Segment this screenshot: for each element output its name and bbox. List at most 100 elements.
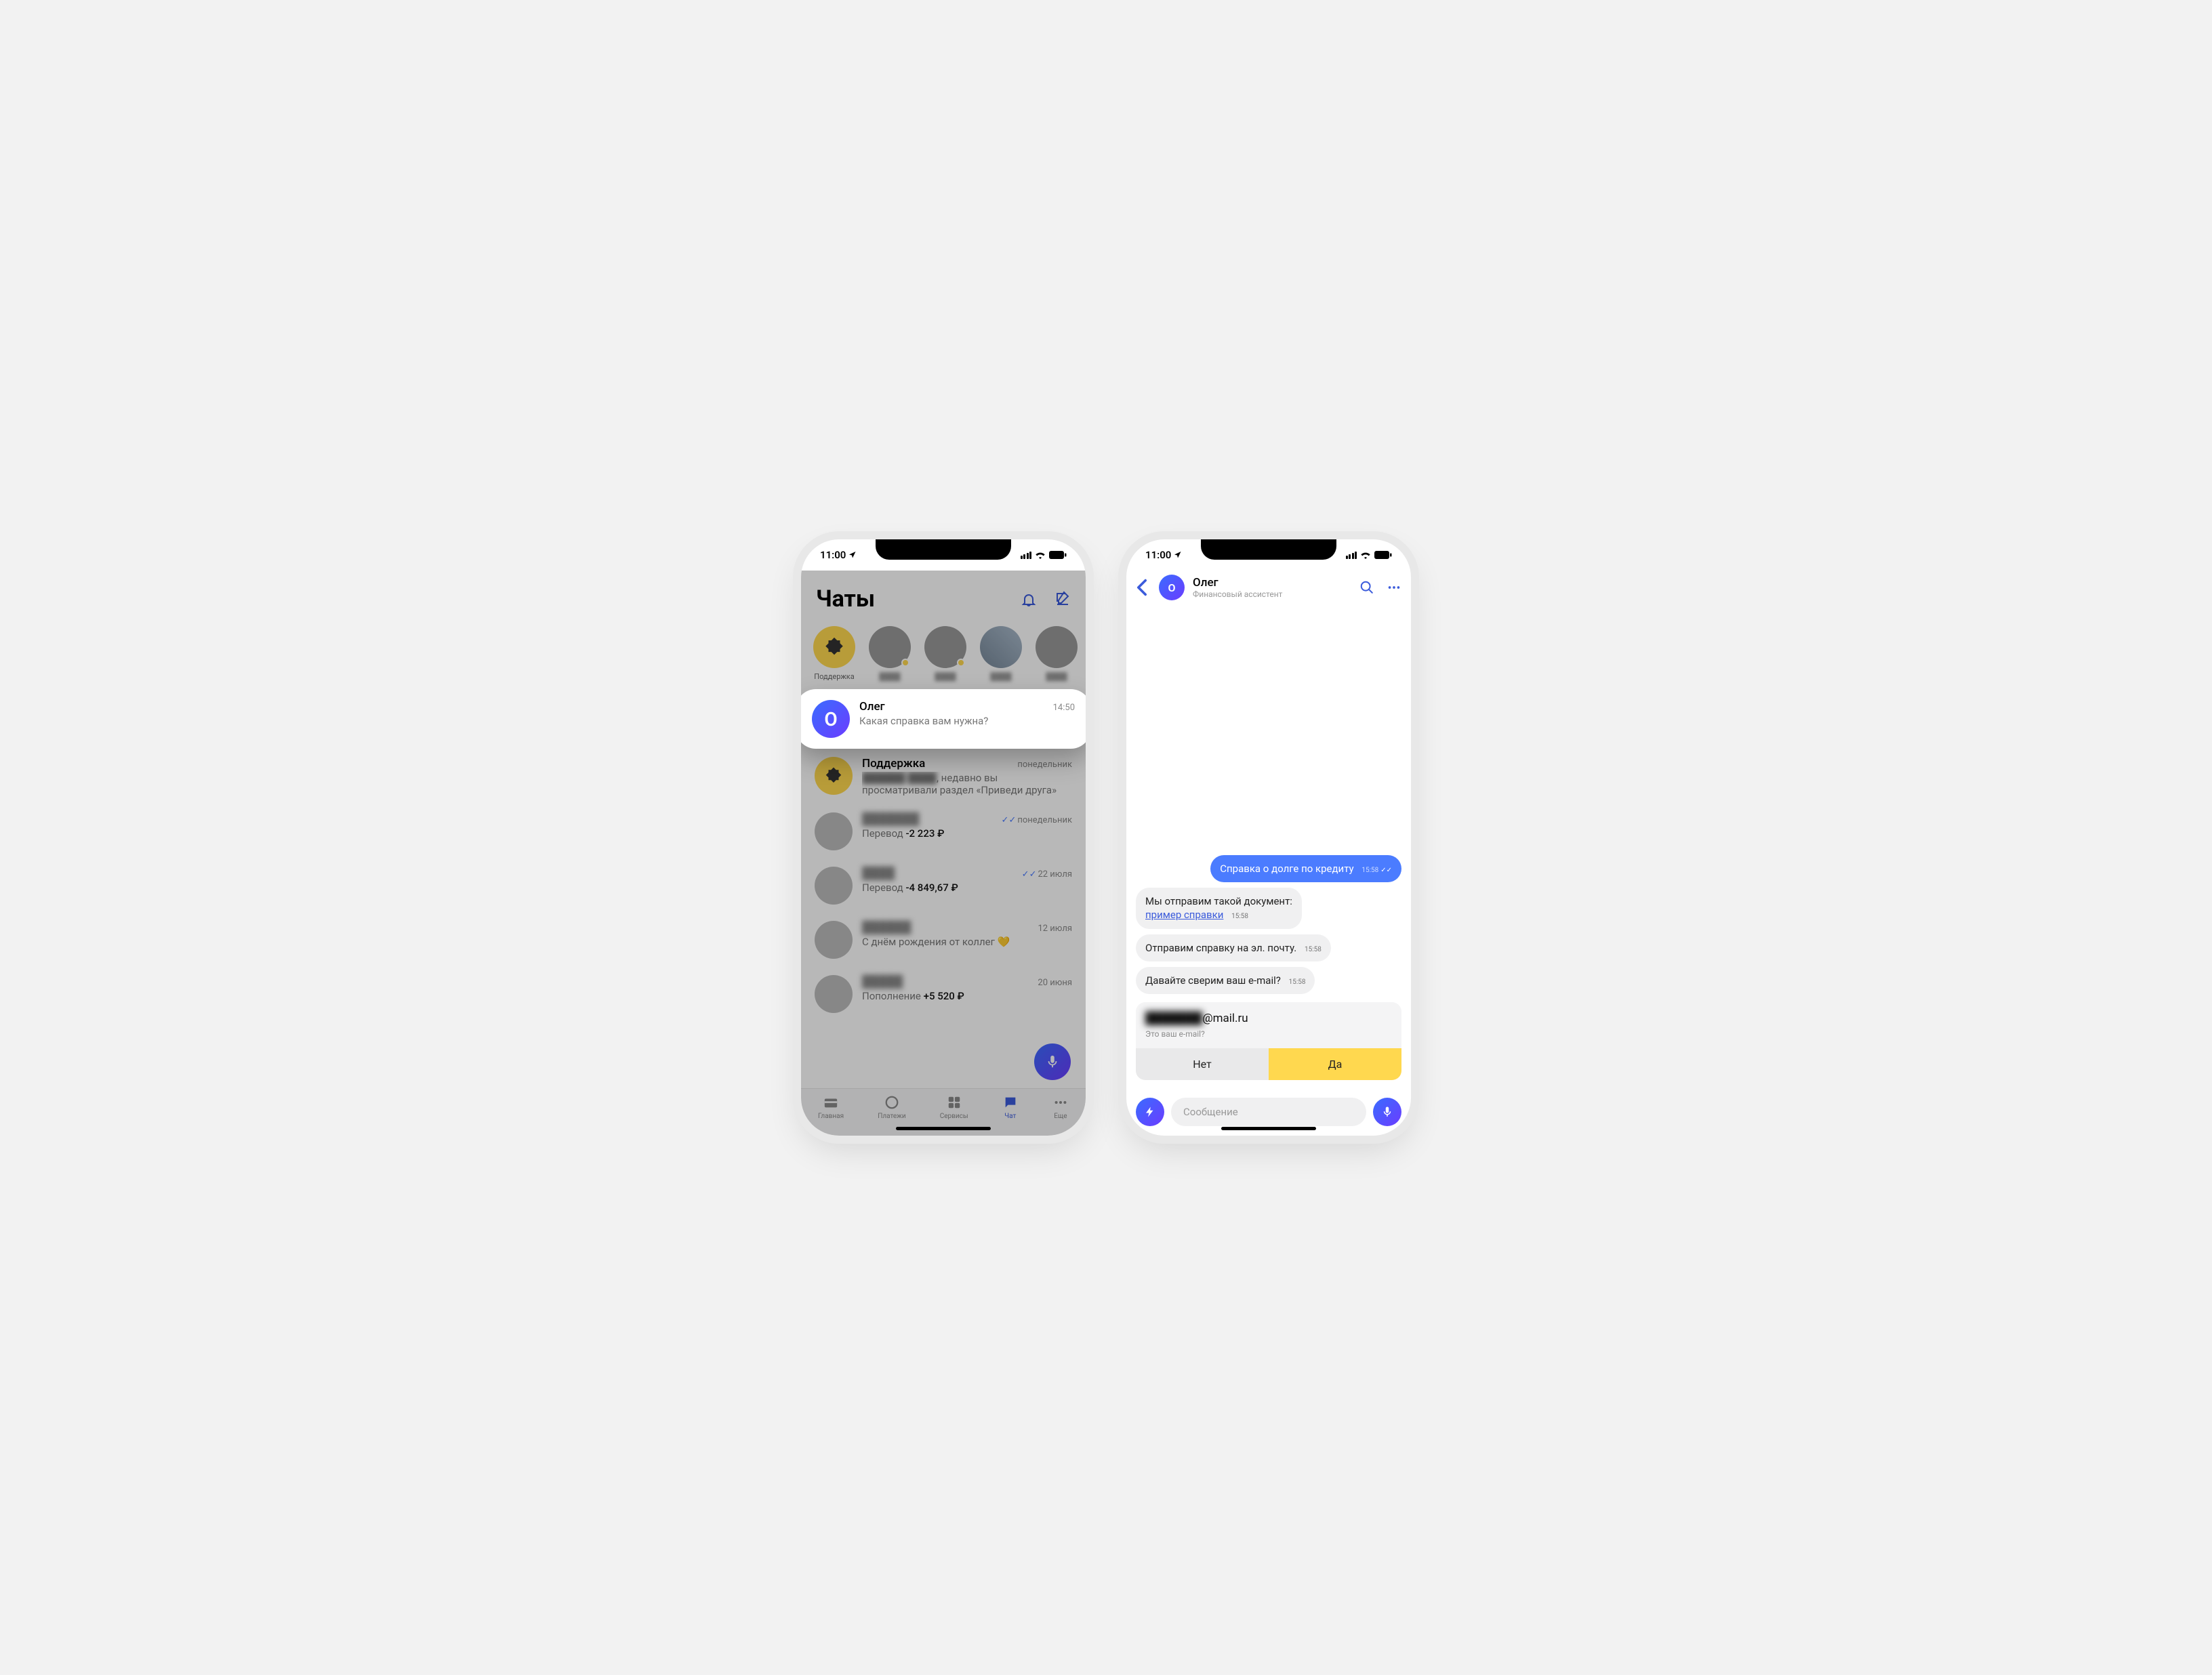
battery-icon [1049,551,1067,559]
tab-label: Еще [1054,1113,1067,1120]
chat-icon [1002,1094,1019,1111]
story-label-blurred: ████ [879,672,900,681]
email-value: ███████@mail.ru [1145,1012,1392,1025]
card-icon [823,1094,839,1111]
chat-item-transfer[interactable]: ███████ ✓✓понедельник Перевод -2 223 ₽ [801,804,1086,859]
services-icon [946,1094,962,1111]
chat-name: Поддержка [862,757,925,770]
phone-left-chat-list: 11:00 Чаты [801,539,1086,1136]
quick-action-button[interactable] [1136,1098,1164,1126]
chat-name: Олег [1193,576,1351,590]
avatar-icon [815,975,853,1013]
chat-item-oleg-highlighted[interactable]: О Олег 14:50 Какая справка вам нужна? [801,689,1086,749]
message-input[interactable]: Сообщение [1171,1098,1366,1126]
chat-item-deposit[interactable]: █████ 20 июня Пополнение +5 520 ₽ [801,967,1086,1021]
tab-services[interactable]: Сервисы [940,1094,968,1120]
notch [876,539,1011,560]
chat-time: 20 июня [1038,978,1072,988]
chat-item-support[interactable]: Поддержка понедельник ██████ ████, недав… [801,749,1086,804]
chat-name-blurred: ████ [862,867,895,880]
tab-more[interactable]: Еще [1052,1094,1069,1120]
wifi-icon [1360,551,1371,559]
message-text: Справка о долге по кредиту [1220,863,1353,875]
tab-label: Чат [1004,1113,1016,1120]
story-label-blurred: ████ [935,672,956,681]
tab-label: Главная [818,1113,844,1120]
messages-area[interactable]: Справка о долге по кредиту 15:58✓✓ Мы от… [1126,608,1411,1085]
chat-item-transfer[interactable]: ████ ✓✓22 июля Перевод -4 849,67 ₽ [801,859,1086,913]
read-check-icon: ✓✓ [1022,869,1037,880]
message-text: Мы отправим такой документ: [1145,895,1292,907]
chat-preview: Перевод -4 849,67 ₽ [862,882,1072,894]
chat-time: ✓✓22 июля [1022,869,1072,880]
battery-icon [1374,551,1392,559]
bolt-icon [1144,1106,1156,1118]
more-button[interactable] [1387,580,1401,595]
message-time: 15:58 [1361,867,1378,874]
search-button[interactable] [1359,580,1374,595]
message-outgoing[interactable]: Справка о долге по кредиту 15:58✓✓ [1210,855,1401,882]
avatar-support-icon [815,757,853,795]
voice-input-button[interactable] [1373,1098,1401,1126]
chat-time: 14:50 [1053,703,1075,713]
avatar-icon [815,812,853,850]
story-avatar-icon [813,626,855,668]
chat-name-blurred: ███████ [862,812,919,826]
search-icon [1359,580,1374,595]
message-text: Давайте сверим ваш e-mail? [1145,974,1281,987]
location-icon [1174,551,1182,559]
chat-name-blurred: █████ [862,975,903,989]
notch [1201,539,1336,560]
cellular-icon [1021,552,1032,559]
story-item[interactable]: ████ [980,626,1022,681]
read-check-icon: ✓✓ [1380,867,1392,874]
page-title: Чаты [816,585,875,613]
chat-header: О Олег Финансовый ассистент [1126,571,1411,608]
story-label: Поддержка [814,672,854,681]
tab-home[interactable]: Главная [818,1094,844,1120]
email-yes-button[interactable]: Да [1269,1048,1401,1080]
microphone-icon [1045,1054,1060,1069]
story-support[interactable]: Поддержка [813,626,855,681]
read-check-icon: ✓✓ [1002,815,1017,825]
story-item[interactable]: ████ [924,626,966,681]
story-item[interactable]: ████ [1036,626,1078,681]
home-indicator[interactable] [896,1127,991,1130]
back-button[interactable] [1133,576,1151,599]
email-no-button[interactable]: Нет [1136,1048,1269,1080]
chat-name: Олег [859,700,885,714]
voice-fab-button[interactable] [1034,1043,1071,1080]
email-prompt: Это ваш e-mail? [1145,1029,1392,1039]
status-time: 11:00 [820,549,846,561]
example-doc-link[interactable]: пример справки [1145,909,1223,921]
avatar-oleg-icon[interactable]: О [1159,575,1185,600]
story-item[interactable]: ████ [869,626,911,681]
home-indicator[interactable] [1221,1127,1316,1130]
chat-title-area[interactable]: Олег Финансовый ассистент [1193,576,1351,599]
cellular-icon [1346,552,1357,559]
chats-header: Чаты [801,571,1086,619]
chat-preview: Пополнение +5 520 ₽ [862,990,1072,1002]
wifi-icon [1035,551,1046,559]
notifications-button[interactable] [1021,591,1037,607]
message-incoming[interactable]: Давайте сверим ваш e-mail? 15:58 [1136,967,1315,994]
chat-item-birthday[interactable]: ██████ 12 июля С днём рождения от коллег… [801,913,1086,967]
tab-label: Сервисы [940,1113,968,1120]
message-incoming[interactable]: Отправим справку на эл. почту. 15:58 [1136,934,1331,961]
chat-time: ✓✓понедельник [1002,815,1072,825]
tab-chat[interactable]: Чат [1002,1094,1019,1120]
story-label-blurred: ████ [990,672,1011,681]
chat-subtitle: Финансовый ассистент [1193,590,1351,599]
chat-preview: Какая справка вам нужна? [859,715,1075,727]
message-incoming[interactable]: Мы отправим такой документ: пример справ… [1136,888,1302,929]
phone-right-chat-detail: 11:00 О Олег Финансовый ассистент [1126,539,1411,1136]
compose-button[interactable] [1054,591,1071,607]
story-avatar-icon [924,626,966,668]
chat-preview: ██████ ████, недавно вы просматривали ра… [862,772,1072,796]
email-confirm-card: ███████@mail.ru Это ваш e-mail? Нет Да [1136,1002,1401,1080]
stories-row[interactable]: Поддержка ████ ████ ████ ████ [801,619,1086,689]
tab-payments[interactable]: Платежи [878,1094,905,1120]
story-avatar-icon [1036,626,1078,668]
avatar-icon [815,867,853,905]
avatar-letter: О [824,708,837,730]
